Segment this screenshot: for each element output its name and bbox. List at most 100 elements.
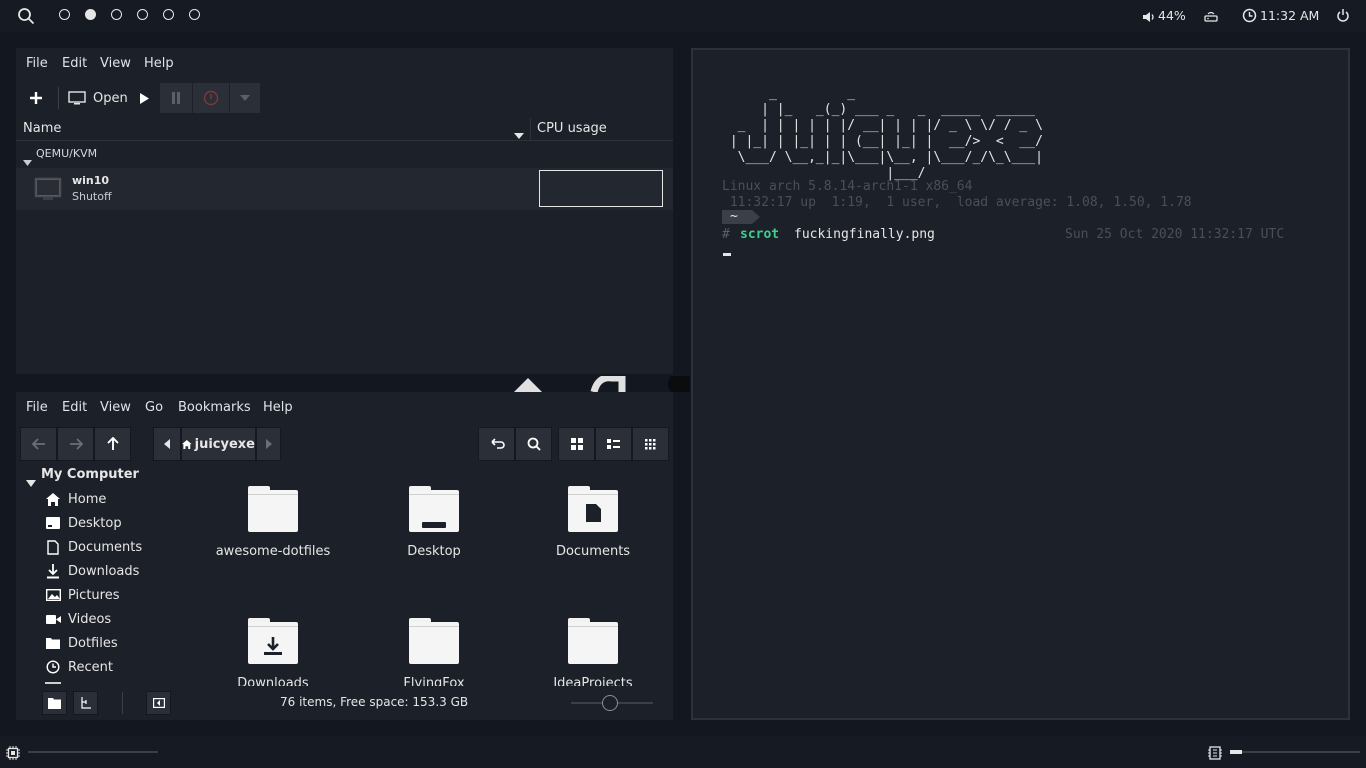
- breadcrumb-right-button[interactable]: [256, 427, 281, 461]
- workspace-5[interactable]: [163, 9, 174, 20]
- separator: [58, 87, 59, 109]
- file-item[interactable]: FlyingFox: [374, 618, 494, 686]
- sidebar-toggle-icon: [152, 698, 165, 708]
- vm-row[interactable]: win10 Shutoff: [16, 168, 673, 210]
- document-icon: [45, 539, 61, 555]
- breadcrumb-home[interactable]: juicyexe: [181, 427, 256, 461]
- hide-sidebar-button[interactable]: [146, 691, 171, 715]
- menu-help[interactable]: Help: [263, 400, 293, 415]
- file-item[interactable]: awesome-dotfiles: [213, 486, 333, 559]
- terminal-window[interactable]: _ _ | |_ _(_) ___ _ _ _____ _____ _ | | …: [691, 48, 1350, 720]
- sidebar: My Computer Home Desktop Documents Downl…: [16, 464, 184, 686]
- zoom-slider-handle[interactable]: [602, 695, 618, 711]
- icon-view-button[interactable]: [558, 427, 595, 461]
- compact-view-button[interactable]: [632, 427, 669, 461]
- menu-edit[interactable]: Edit: [62, 400, 87, 415]
- list-view-button[interactable]: [595, 427, 632, 461]
- chevron-left-icon: [164, 439, 170, 449]
- cpu-icon: [6, 745, 20, 764]
- workspace-2[interactable]: [85, 9, 96, 20]
- file-item-label: Downloads: [237, 676, 309, 686]
- sidebar-item-dotfiles[interactable]: Dotfiles: [45, 633, 118, 653]
- pause-button[interactable]: [160, 83, 192, 113]
- power-icon[interactable]: [1336, 8, 1350, 27]
- command-name: scrot: [740, 227, 780, 242]
- memory-icon: [1208, 745, 1222, 764]
- file-item[interactable]: IdeaProjects: [533, 618, 653, 686]
- workspace-6[interactable]: [189, 9, 200, 20]
- sort-chevron-down-icon[interactable]: [514, 124, 524, 143]
- menu-view[interactable]: View: [100, 400, 131, 415]
- sidebar-item-recent[interactable]: Recent: [45, 657, 113, 677]
- search-button[interactable]: [515, 427, 552, 461]
- file-item-label: Desktop: [407, 544, 461, 559]
- column-name[interactable]: Name: [23, 121, 61, 143]
- clock[interactable]: 11:32 AM: [1260, 8, 1319, 23]
- connection-group[interactable]: QEMU/KVM: [36, 147, 97, 160]
- back-button[interactable]: [20, 427, 57, 461]
- open-button[interactable]: Open: [68, 83, 128, 113]
- menu-edit[interactable]: Edit: [62, 56, 87, 71]
- status-text: 76 items, Free space: 153.3 GB: [280, 695, 469, 709]
- menu-bookmarks[interactable]: Bookmarks: [178, 400, 251, 415]
- vm-name: win10: [72, 174, 110, 187]
- shutdown-button[interactable]: [193, 83, 229, 113]
- forward-button[interactable]: [57, 427, 94, 461]
- shutdown-menu-button[interactable]: [230, 83, 260, 113]
- workspace-3[interactable]: [111, 9, 122, 20]
- sidebar-item-pictures[interactable]: Pictures: [45, 585, 119, 605]
- arrow-left-icon: [31, 438, 45, 450]
- breadcrumb-left-button[interactable]: [153, 427, 181, 461]
- column-cpu-usage[interactable]: CPU usage: [537, 121, 607, 143]
- kernel-info: Linux arch 5.8.14-arch1-1 x86_64: [722, 179, 973, 194]
- monitor-icon: [68, 91, 86, 105]
- network-icon[interactable]: [1204, 9, 1218, 28]
- sidebar-item-home[interactable]: Home: [45, 489, 106, 509]
- file-item[interactable]: Documents: [533, 486, 653, 559]
- memory-usage-fill: [1230, 750, 1242, 754]
- sidebar-item-label: Desktop: [68, 515, 122, 531]
- menu-file[interactable]: File: [26, 56, 48, 71]
- prompt-directory: ~: [730, 209, 738, 224]
- list-icon: [607, 439, 620, 449]
- home-icon: [182, 439, 192, 449]
- menu-help[interactable]: Help: [144, 56, 174, 71]
- column-divider: [530, 118, 531, 140]
- grid-icon: [570, 438, 583, 450]
- arrow-up-icon: [106, 437, 119, 450]
- prompt-symbol: #: [722, 227, 730, 242]
- tree-icon: [80, 697, 91, 709]
- sidebar-item-documents[interactable]: Documents: [45, 537, 142, 557]
- folder-icon: [568, 618, 618, 664]
- workspace-4[interactable]: [137, 9, 148, 20]
- sidebar-item-videos[interactable]: Videos: [45, 609, 111, 629]
- arrow-right-icon: [69, 438, 83, 450]
- command-timestamp: Sun 25 Oct 2020 11:32:17 UTC: [1065, 227, 1285, 242]
- volume-icon[interactable]: [1142, 9, 1156, 28]
- sidebar-item-desktop[interactable]: Desktop: [45, 513, 122, 533]
- downloads-folder-icon: [248, 618, 298, 664]
- menu-view[interactable]: View: [100, 56, 131, 71]
- wallpaper-fragment: [510, 376, 690, 392]
- run-button[interactable]: [134, 83, 154, 113]
- sidebar-expander-icon[interactable]: [26, 472, 36, 491]
- compact-grid-icon: [645, 438, 656, 449]
- folder-icon: [48, 697, 61, 709]
- file-item[interactable]: Downloads: [213, 618, 333, 686]
- terminal-cursor: [723, 253, 731, 256]
- file-view: awesome-dotfiles Desktop Documents Downl…: [184, 464, 673, 686]
- show-tree-button[interactable]: [73, 691, 98, 715]
- file-item[interactable]: Desktop: [374, 486, 494, 559]
- clock-icon: [1242, 8, 1257, 27]
- toggle-location-button[interactable]: [478, 427, 515, 461]
- menu-file[interactable]: File: [26, 400, 48, 415]
- sidebar-item-downloads[interactable]: Downloads: [45, 561, 139, 581]
- search-icon[interactable]: [17, 7, 35, 29]
- menu-go[interactable]: Go: [145, 400, 163, 415]
- show-places-button[interactable]: [42, 691, 67, 715]
- new-vm-button[interactable]: [22, 83, 50, 113]
- workspace-1[interactable]: [59, 9, 70, 20]
- file-item-label: FlyingFox: [403, 676, 465, 686]
- up-button[interactable]: [94, 427, 131, 461]
- toolbar: Open: [16, 80, 673, 116]
